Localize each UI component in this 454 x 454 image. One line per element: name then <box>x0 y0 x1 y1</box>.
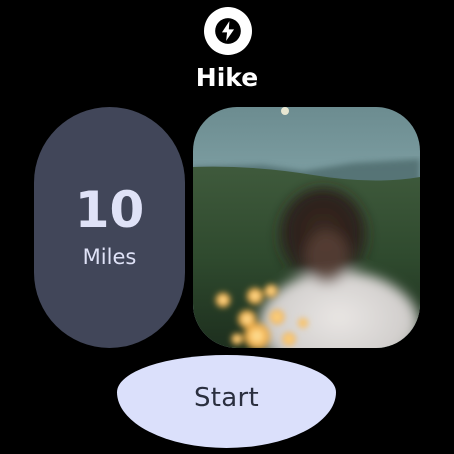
watch-face: Hike 10 Miles Start <box>0 0 454 454</box>
distance-chip[interactable]: 10 Miles <box>34 107 185 348</box>
start-button-label: Start <box>193 382 259 413</box>
app-icon <box>204 7 252 55</box>
person-in-field-image <box>193 107 420 348</box>
photo-card[interactable] <box>193 107 420 348</box>
start-button[interactable]: Start <box>117 355 336 448</box>
lightning-bolt-icon <box>215 18 241 44</box>
activity-title: Hike <box>195 63 259 92</box>
distance-unit: Miles <box>82 244 137 269</box>
distance-value: 10 <box>74 180 145 239</box>
